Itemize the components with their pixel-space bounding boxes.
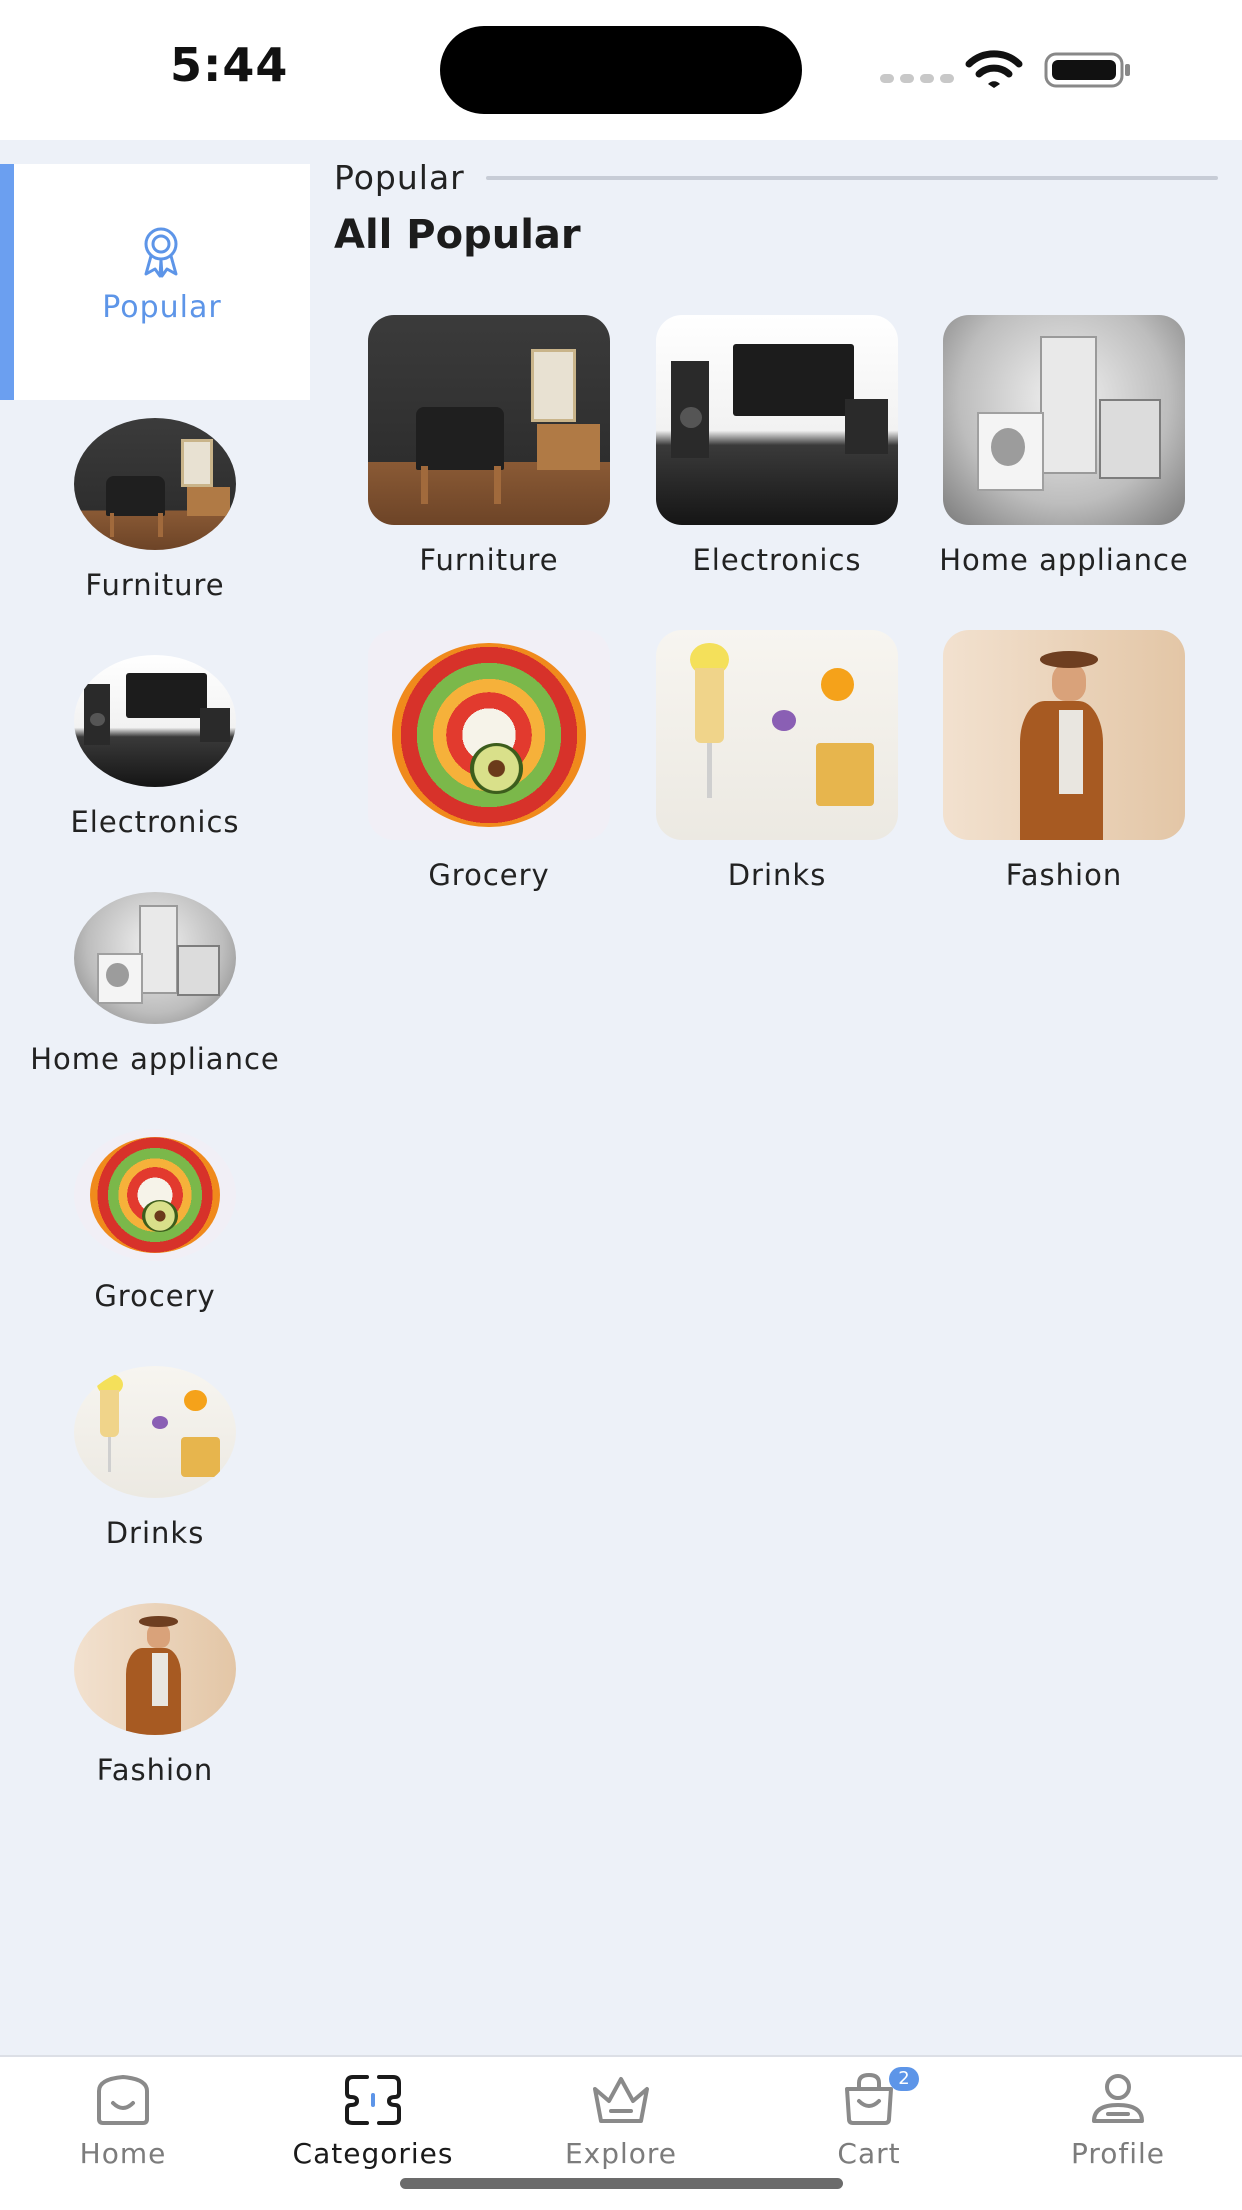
- home-icon: [97, 2074, 149, 2125]
- home-indicator: [400, 2178, 843, 2189]
- tab-categories[interactable]: Categories: [263, 2071, 483, 2181]
- crown-icon: [593, 2077, 649, 2123]
- active-indicator: [0, 164, 14, 400]
- sidebar-item-furniture[interactable]: Furniture: [0, 418, 310, 654]
- sidebar-item-label: Popular: [102, 290, 222, 325]
- tab-label: Profile: [1070, 2137, 1166, 2170]
- tab-explore[interactable]: Explore: [511, 2071, 731, 2181]
- sidebar-item-label: Grocery: [94, 1279, 216, 1313]
- sidebar-item-popular[interactable]: Popular: [0, 164, 310, 400]
- grid-item-electronics[interactable]: Electronics: [626, 315, 902, 605]
- battery-icon: [1044, 52, 1130, 88]
- grid-item-fashion[interactable]: Fashion: [913, 630, 1189, 920]
- grocery-thumbnail: [74, 1129, 236, 1261]
- tab-label: Explore: [564, 2137, 678, 2170]
- category-content: Popular All Popular Furniture Electronic…: [310, 140, 1242, 2055]
- drinks-image: [656, 630, 898, 840]
- sidebar-item-grocery[interactable]: Grocery: [0, 1129, 310, 1365]
- grid-item-home-appliance[interactable]: Home appliance: [913, 315, 1189, 605]
- tab-cart[interactable]: 2 Cart: [759, 2067, 979, 2181]
- fashion-image: [943, 630, 1185, 840]
- sidebar-item-label: Fashion: [96, 1753, 214, 1787]
- electronics-thumbnail: [74, 655, 236, 787]
- sidebar-item-label: Drinks: [105, 1516, 205, 1550]
- home-appliance-thumbnail: [74, 892, 236, 1024]
- tab-label: Categories: [292, 2137, 454, 2170]
- sidebar-item-home-appliance[interactable]: Home appliance: [0, 892, 310, 1128]
- grocery-image: [368, 630, 610, 840]
- tab-home[interactable]: Home: [13, 2071, 233, 2181]
- person-icon: [1092, 2074, 1144, 2123]
- grid-item-drinks[interactable]: Drinks: [626, 630, 902, 920]
- grid-item-label: Fashion: [1005, 858, 1123, 892]
- categories-icon: [345, 2075, 401, 2125]
- signal-icon: [880, 74, 954, 83]
- sidebar-item-label: Furniture: [85, 568, 225, 602]
- drinks-thumbnail: [74, 1366, 236, 1498]
- grid-item-label: Home appliance: [939, 543, 1189, 577]
- page-title: All Popular: [334, 212, 581, 258]
- tab-label: Cart: [837, 2137, 901, 2170]
- status-time: 5:44: [170, 38, 289, 92]
- furniture-image: [368, 315, 610, 525]
- section-title: Popular: [334, 158, 465, 197]
- category-sidebar: Popular Furniture Electronics Home appli…: [0, 140, 310, 2055]
- home-appliance-image: [943, 315, 1185, 525]
- furniture-thumbnail: [74, 418, 236, 550]
- grid-item-furniture[interactable]: Furniture: [338, 315, 614, 605]
- cart-badge: 2: [889, 2067, 919, 2091]
- sidebar-item-label: Electronics: [70, 805, 240, 839]
- fashion-thumbnail: [74, 1603, 236, 1735]
- tab-label: Home: [79, 2137, 167, 2170]
- dynamic-island: [440, 26, 802, 114]
- wifi-icon: [965, 50, 1023, 88]
- sidebar-item-electronics[interactable]: Electronics: [0, 655, 310, 891]
- section-divider: [486, 176, 1218, 180]
- electronics-image: [656, 315, 898, 525]
- main-area: Popular Furniture Electronics Home appli…: [0, 140, 1242, 2055]
- grid-item-grocery[interactable]: Grocery: [338, 630, 614, 920]
- award-icon: [144, 227, 178, 278]
- tab-profile[interactable]: Profile: [1008, 2071, 1228, 2181]
- sidebar-item-fashion[interactable]: Fashion: [0, 1603, 310, 1839]
- sidebar-item-drinks[interactable]: Drinks: [0, 1366, 310, 1602]
- status-bar: 5:44: [0, 0, 1242, 140]
- sidebar-item-label: Home appliance: [30, 1042, 280, 1076]
